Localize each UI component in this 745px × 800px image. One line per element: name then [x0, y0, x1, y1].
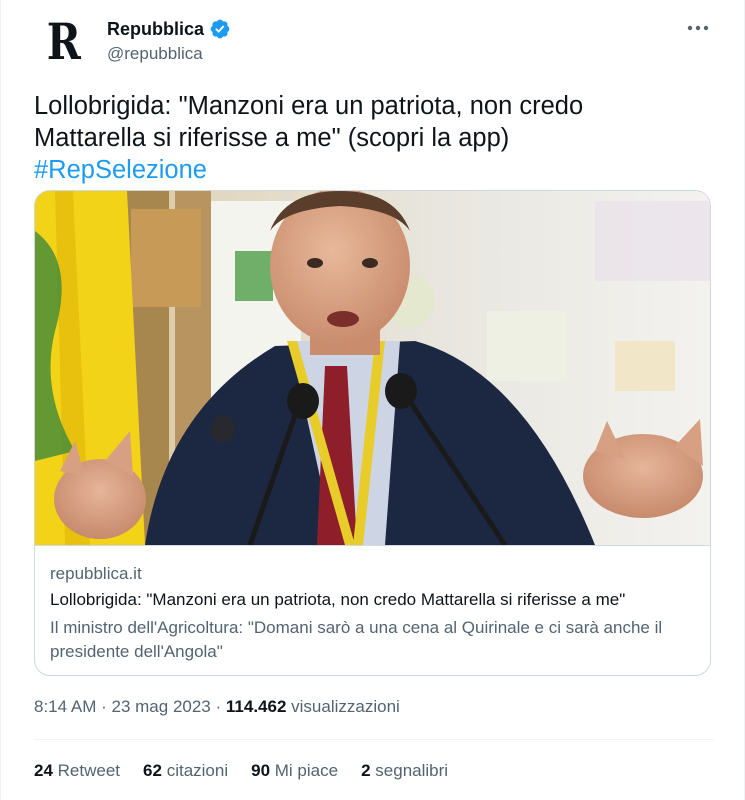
bookmarks-label: segnalibri: [375, 761, 449, 780]
tweet-text: Lollobrigida: "Manzoni era un patriota, …: [34, 90, 714, 186]
tweet-date[interactable]: 23 mag 2023: [112, 697, 211, 716]
divider: [34, 739, 714, 740]
tweet-meta: 8:14 AM · 23 mag 2023 · 114.462 visualiz…: [34, 697, 400, 717]
quotes-label: citazioni: [166, 761, 229, 780]
card-image[interactable]: [35, 191, 710, 545]
retweets-label: Retweet: [57, 761, 121, 780]
tweet-time[interactable]: 8:14 AM: [34, 697, 96, 716]
quotes-stat[interactable]: 62 citazioni: [143, 761, 228, 781]
card-description: Il ministro dell'Agricoltura: "Domani sa…: [50, 618, 663, 661]
retweets-stat[interactable]: 24 Retweet: [34, 761, 120, 781]
meta-separator: ·: [215, 697, 222, 716]
tweet-text-line-2: Mattarella si riferisse a me" (scopri la…: [34, 124, 510, 152]
avatar[interactable]: R: [34, 12, 94, 72]
more-options-icon[interactable]: [683, 16, 713, 40]
likes-label: Mi piace: [274, 761, 339, 780]
card-body[interactable]: repubblica.it Lollobrigida: "Manzoni era…: [35, 545, 710, 675]
avatar-logo: R: [46, 12, 82, 71]
engagement-stats: 24 Retweet 62 citazioni 90 Mi piace 2 se…: [34, 761, 448, 781]
likes-stat[interactable]: 90 Mi piace: [251, 761, 338, 781]
author-name-row[interactable]: Repubblica: [107, 18, 231, 40]
retweets-count: 24: [34, 761, 53, 780]
meta-separator: ·: [101, 697, 107, 716]
bookmarks-count: 2: [361, 761, 371, 780]
quotes-count: 62: [143, 761, 162, 780]
tweet-container: R Repubblica @repubblica Lollobrigida: "…: [0, 0, 745, 800]
views-count: 114.462: [225, 697, 287, 716]
verified-badge-icon: [209, 18, 231, 40]
card-domain: repubblica.it: [50, 564, 142, 583]
views-label: visualizzazioni: [291, 697, 400, 716]
link-preview-card[interactable]: repubblica.it Lollobrigida: "Manzoni era…: [34, 190, 711, 676]
likes-count: 90: [251, 761, 271, 780]
tweet-text-line-1: Lollobrigida: "Manzoni era un patriota, …: [34, 92, 584, 120]
hashtag-link[interactable]: #RepSelezione: [34, 154, 714, 186]
author-display-name[interactable]: Repubblica: [107, 19, 204, 40]
author-handle[interactable]: @repubblica: [107, 44, 203, 64]
bookmarks-stat[interactable]: 2 segnalibri: [361, 761, 448, 781]
card-title: Lollobrigida: "Manzoni era un patriota, …: [50, 590, 626, 609]
